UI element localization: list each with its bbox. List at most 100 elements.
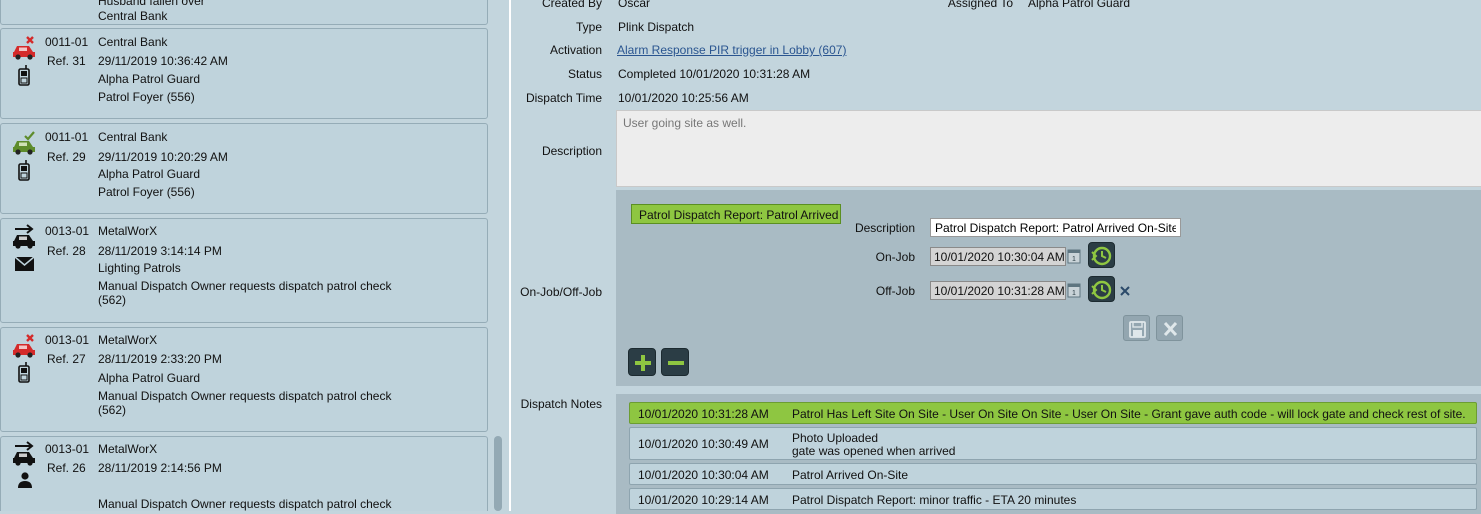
dispatch-notes-list: 10/01/2020 10:31:28 AM Patrol Has Left S… — [616, 394, 1481, 514]
onjob-offjob-label: On-Job/Off-Job — [520, 285, 602, 299]
card-ref: Ref. 29 — [47, 150, 86, 164]
card-line3: Alpha Patrol Guard — [98, 72, 201, 86]
activation-link[interactable]: Alarm Response PIR trigger in Lobby (607… — [617, 43, 846, 57]
note-row[interactable]: 10/01/2020 10:30:04 AM Patrol Arrived On… — [629, 463, 1477, 485]
note-row[interactable]: 10/01/2020 10:30:49 AM Photo Uploaded ga… — [629, 427, 1477, 460]
mobile-phone-icon — [18, 362, 30, 383]
envelope-icon — [14, 256, 35, 271]
list-scrollbar[interactable] — [490, 0, 509, 511]
card-timestamp: 28/11/2019 3:14:14 PM — [98, 244, 222, 258]
cancel-button[interactable] — [1156, 315, 1183, 341]
activation-label: Activation — [549, 43, 602, 57]
report-tab[interactable]: Patrol Dispatch Report: Patrol Arrived O… — [631, 204, 841, 224]
add-job-button[interactable] — [628, 348, 656, 376]
card-name: MetalWorX — [98, 442, 158, 456]
dispatch-time-value: 10/01/2020 10:25:56 AM — [618, 91, 749, 105]
card-line4: Manual Dispatch Owner requests dispatch … — [98, 279, 392, 293]
dispatch-card[interactable]: 0013-01 MetalWorX Ref. 26 28/11/2019 2:1… — [0, 436, 488, 511]
floppy-disk-icon — [1129, 321, 1146, 338]
remove-job-button[interactable] — [661, 348, 689, 376]
note-time: 10/01/2020 10:30:49 AM — [638, 437, 769, 451]
note-time: 10/01/2020 10:30:04 AM — [638, 468, 769, 482]
car-cancelled-icon — [13, 36, 35, 60]
card-line4: Manual Dispatch Owner requests dispatch … — [98, 497, 392, 511]
note-message: Patrol Has Left Site On Site - User On S… — [792, 407, 1466, 421]
minus-icon — [668, 361, 684, 365]
jp-description-input[interactable] — [930, 218, 1181, 237]
calendar-icon[interactable]: 1 — [1067, 282, 1081, 298]
card-line5: (562) — [98, 403, 127, 417]
set-now-button[interactable] — [1088, 276, 1115, 302]
close-icon — [1163, 321, 1178, 337]
card-name: Central Bank — [98, 9, 168, 23]
dispatch-card[interactable]: 0013-01 MetalWorX Ref. 27 28/11/2019 2:3… — [0, 327, 488, 432]
dispatch-card[interactable]: 0011-01 Central Bank Ref. 31 29/11/2019 … — [0, 28, 488, 119]
clock-arrow-icon — [1091, 280, 1112, 300]
type-value: Plink Dispatch — [618, 20, 695, 34]
card-ref: Ref. 31 — [47, 54, 86, 68]
car-dispatched-icon — [13, 224, 35, 249]
card-timestamp: 28/11/2019 2:14:56 PM — [98, 461, 222, 475]
type-label: Type — [575, 20, 602, 34]
created-by-value: Oscar — [618, 0, 651, 10]
assigned-to-label: Assigned To — [947, 0, 1013, 10]
card-code: 0011-01 — [45, 130, 89, 144]
card-ref: Ref. 28 — [47, 244, 86, 258]
description-textarea[interactable]: User going site as well. — [616, 110, 1481, 187]
svg-text:1: 1 — [1072, 256, 1076, 263]
onjob-offjob-panel: Patrol Dispatch Report: Patrol Arrived O… — [616, 190, 1481, 386]
card-name: MetalWorX — [98, 224, 158, 238]
save-button[interactable] — [1123, 315, 1150, 341]
dispatch-list: Husband fallen over Central Bank 0011-01… — [0, 0, 509, 511]
dispatch-details: Created By Oscar Assigned To Alpha Patro… — [511, 0, 1481, 514]
on-job-datetime-input[interactable]: 10/01/2020 10:30:04 AM — [930, 247, 1066, 266]
plus-icon — [635, 355, 651, 371]
set-now-button[interactable] — [1088, 242, 1115, 268]
card-ref: Ref. 26 — [47, 461, 86, 475]
card-name: MetalWorX — [98, 333, 158, 347]
off-job-datetime-input[interactable]: 10/01/2020 10:31:28 AM — [930, 281, 1066, 300]
mobile-phone-icon — [18, 160, 30, 181]
person-icon — [18, 472, 32, 488]
card-timestamp: 29/11/2019 10:20:29 AM — [98, 150, 228, 164]
card-ref: Ref. 27 — [47, 352, 86, 366]
dispatch-time-label: Dispatch Time — [525, 91, 602, 105]
card-line3: Lighting Patrols — [98, 261, 181, 275]
jp-description-label: Description — [854, 221, 915, 235]
calendar-icon[interactable]: 1 — [1067, 248, 1081, 264]
card-line3: Alpha Patrol Guard — [98, 167, 201, 181]
list-scrollbar-thumb[interactable] — [494, 436, 502, 511]
note-time: 10/01/2020 10:29:14 AM — [638, 493, 769, 507]
card-name: Central Bank — [98, 130, 168, 144]
note-message: Patrol Dispatch Report: minor traffic - … — [792, 493, 1077, 507]
mobile-phone-icon — [18, 65, 30, 86]
card-timestamp: 29/11/2019 10:36:42 AM — [98, 54, 228, 68]
car-dispatched-icon — [13, 441, 35, 466]
card-line4: Manual Dispatch Owner requests dispatch … — [98, 389, 392, 403]
note-row[interactable]: 10/01/2020 10:29:14 AM Patrol Dispatch R… — [629, 488, 1477, 510]
clear-icon[interactable] — [1119, 285, 1131, 297]
dispatch-card[interactable]: 0011-01 Central Bank Ref. 29 29/11/2019 … — [0, 123, 488, 214]
card-name: Central Bank — [98, 35, 168, 49]
card-line4: Patrol Foyer (556) — [98, 90, 195, 104]
card-line4: Patrol Foyer (556) — [98, 185, 195, 199]
on-job-label: On-Job — [875, 250, 915, 264]
note-row[interactable]: 10/01/2020 10:31:28 AM Patrol Has Left S… — [629, 402, 1477, 424]
status-value: Completed 10/01/2020 10:31:28 AM — [618, 67, 811, 81]
car-cancelled-icon — [13, 334, 35, 358]
off-job-label: Off-Job — [875, 284, 915, 298]
dispatch-card[interactable]: Husband fallen over Central Bank — [0, 0, 488, 25]
card-line5: (562) — [98, 293, 127, 307]
note-message-line2: gate was opened when arrived — [792, 444, 956, 458]
created-by-label: Created By — [541, 0, 602, 10]
clock-arrow-icon — [1091, 246, 1112, 266]
car-completed-icon — [13, 131, 35, 155]
dispatch-card[interactable]: 0013-01 MetalWorX Ref. 28 28/11/2019 3:1… — [0, 218, 488, 323]
card-code: 0013-01 — [45, 224, 90, 238]
card-code: 0011-01 — [45, 35, 89, 49]
status-label: Status — [567, 67, 602, 81]
note-message: Patrol Arrived On-Site — [792, 468, 909, 482]
assigned-to-value: Alpha Patrol Guard — [1028, 0, 1131, 10]
note-message: Photo Uploaded — [792, 431, 879, 445]
card-line3: Alpha Patrol Guard — [98, 371, 201, 385]
